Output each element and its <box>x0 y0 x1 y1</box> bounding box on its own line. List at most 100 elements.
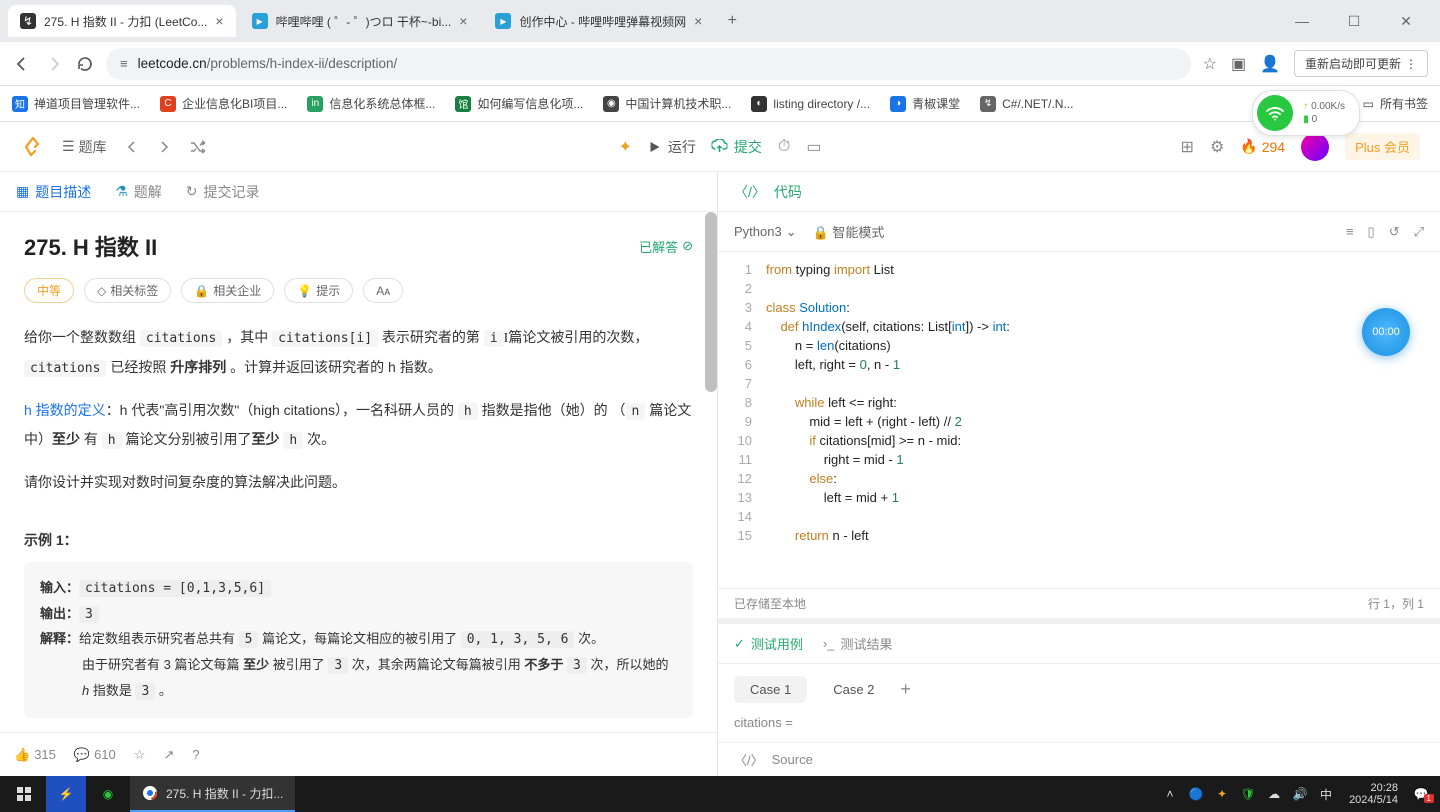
source-row[interactable]: 〈/〉Source <box>718 742 1440 776</box>
reload-button[interactable] <box>76 55 94 73</box>
bookmark-item[interactable]: ◑青椒课堂 <box>890 95 960 112</box>
problem-list-button[interactable]: ☰题库 <box>62 137 107 157</box>
related-topics-tag[interactable]: ◇相关标签 <box>84 278 171 303</box>
tray-icon[interactable]: ✦ <box>1213 787 1231 801</box>
shuffle-button[interactable] <box>189 139 205 155</box>
start-button[interactable] <box>4 776 44 812</box>
network-widget[interactable]: ↑ 0.00K/s ▮ 0 <box>1252 90 1360 136</box>
browser-tab[interactable]: ▸ 哔哩哔哩 ( ゜- ゜)つロ 干杯~-bi... × <box>240 5 480 37</box>
run-button[interactable]: 运行 <box>648 137 696 157</box>
browser-tab[interactable]: ▸ 创作中心 - 哔哩哔哩弹幕视频网 × <box>483 5 714 37</box>
bookmark-item[interactable]: ◐listing directory /... <box>751 96 870 112</box>
new-tab-button[interactable]: + <box>718 7 746 35</box>
taskbar-app-active[interactable]: 275. H 指数 II - 力扣... <box>130 776 295 812</box>
browser-tab-active[interactable]: ↯ 275. H 指数 II - 力扣 (LeetCo... × <box>8 5 236 37</box>
companies-tag[interactable]: 🔒相关企业 <box>181 278 274 303</box>
format-icon[interactable]: ≡ <box>1346 224 1354 240</box>
tray-icon[interactable]: 🔵 <box>1187 787 1205 801</box>
avatar[interactable] <box>1301 133 1329 161</box>
all-bookmarks[interactable]: ▭所有书签 <box>1363 95 1428 112</box>
tab-title: 哔哩哔哩 ( ゜- ゜)つロ 干杯~-bi... <box>276 13 452 30</box>
fullscreen-icon[interactable]: ⤢ <box>1414 224 1424 240</box>
bookmark-icon[interactable]: ▯ <box>1368 224 1375 240</box>
site-settings-icon[interactable]: ≡ <box>120 56 128 71</box>
code-editor[interactable]: 123456789101112131415 from typing import… <box>718 252 1440 588</box>
reset-icon[interactable]: ↺ <box>1389 224 1400 240</box>
bookmark-item[interactable]: 馆如何编写信息化项... <box>455 95 583 112</box>
add-case-button[interactable]: + <box>900 679 911 700</box>
close-icon[interactable]: × <box>459 13 467 29</box>
notifications-icon[interactable]: 💬1 <box>1412 787 1430 801</box>
smart-mode[interactable]: 🔒 智能模式 <box>813 222 885 241</box>
tab-title: 275. H 指数 II - 力扣 (LeetCo... <box>44 13 207 30</box>
tab-submissions[interactable]: ↻提交记录 <box>186 182 260 202</box>
bookmark-item[interactable]: ↯C#/.NET/.N... <box>980 96 1073 112</box>
close-button[interactable]: ✕ <box>1390 13 1422 30</box>
bookmark-item[interactable]: C企业信息化BI项目... <box>160 95 287 112</box>
notes-icon[interactable]: ▭ <box>806 137 821 157</box>
taskbar-app[interactable]: ⚡ <box>46 776 86 812</box>
next-problem-button[interactable] <box>157 140 171 154</box>
case-pill[interactable]: Case 2 <box>817 676 890 703</box>
tab-results[interactable]: ›_测试结果 <box>823 634 893 653</box>
settings-icon[interactable]: ⚙ <box>1210 137 1224 157</box>
forward-button[interactable] <box>44 54 64 74</box>
restart-to-update[interactable]: 重新启动即可更新 ⋮ <box>1294 50 1428 77</box>
layout-icon[interactable]: ⊞ <box>1181 137 1194 157</box>
tab-bilibili-icon: ▸ <box>252 13 268 29</box>
problem-footer: 👍315 💬610 ☆ ↗ ? <box>0 732 717 776</box>
tab-testcases[interactable]: ✓测试用例 <box>734 634 803 653</box>
tag-icon: ◇ <box>97 284 106 298</box>
submit-button[interactable]: 提交 <box>712 137 762 157</box>
back-button[interactable] <box>12 54 32 74</box>
tab-description[interactable]: ▦题目描述 <box>16 182 91 202</box>
minimize-button[interactable]: — <box>1286 13 1318 30</box>
favorite-button[interactable]: ☆ <box>134 747 146 763</box>
flask-icon: ⚗ <box>115 183 128 200</box>
case-pill[interactable]: Case 1 <box>734 676 807 703</box>
font-size-button[interactable]: Aᴀ <box>363 278 403 303</box>
cloud-icon[interactable]: ☁ <box>1265 787 1283 801</box>
language-selector[interactable]: Python3 ⌄ <box>734 224 797 240</box>
profile-icon[interactable]: 👤 <box>1260 54 1280 74</box>
tab-bilibili-icon: ▸ <box>495 13 511 29</box>
tab-solution[interactable]: ⚗题解 <box>115 182 162 202</box>
streak-counter[interactable]: 🔥294 <box>1240 138 1285 155</box>
url-actions: ☆ ▣ 👤 重新启动即可更新 ⋮ <box>1203 50 1428 77</box>
prev-problem-button[interactable] <box>125 140 139 154</box>
tray-icon[interactable]: 🛡 <box>1239 787 1257 801</box>
tray-icon[interactable]: ˄ <box>1161 787 1179 801</box>
save-status: 已存储至本地 <box>734 595 806 612</box>
code-text[interactable]: from typing import List class Solution: … <box>760 252 1010 588</box>
comment-button[interactable]: 💬610 <box>74 747 116 763</box>
url-input[interactable]: ≡ leetcode.cn/problems/h-index-ii/descri… <box>106 48 1191 80</box>
ime-icon[interactable]: 中 <box>1317 786 1335 803</box>
hint-tag[interactable]: 💡提示 <box>284 278 353 303</box>
share-button[interactable]: ↗ <box>163 747 174 763</box>
bookmark-item[interactable]: 知禅道项目管理软件... <box>12 95 140 112</box>
bookmark-item[interactable]: ◉中国计算机技术职... <box>603 95 731 112</box>
taskbar-app[interactable]: ◉ <box>88 776 128 812</box>
maximize-button[interactable]: ☐ <box>1338 13 1370 30</box>
close-icon[interactable]: × <box>694 13 702 29</box>
reading-list-icon[interactable]: ▣ <box>1231 54 1246 74</box>
bookmarks-row: 知禅道项目管理软件... C企业信息化BI项目... in信息化系统总体框...… <box>0 86 1440 122</box>
leetcode-logo-icon[interactable] <box>20 135 44 159</box>
plus-badge[interactable]: Plus 会员 <box>1345 133 1420 160</box>
taskbar-clock[interactable]: 20:28 2024/5/14 <box>1343 782 1404 806</box>
close-icon[interactable]: × <box>215 13 223 29</box>
timer-icon[interactable]: ⏱ <box>778 138 790 156</box>
problem-panel: ▦题目描述 ⚗题解 ↻提交记录 275. H 指数 II 已解答 ⊘ 中等 ◇相… <box>0 172 718 776</box>
h-index-link[interactable]: h 指数的定义 <box>24 402 106 418</box>
volume-icon[interactable]: 🔊 <box>1291 787 1309 801</box>
wifi-icon <box>1257 95 1293 131</box>
star-icon[interactable]: ☆ <box>1203 54 1217 74</box>
bookmark-item[interactable]: in信息化系统总体框... <box>307 95 435 112</box>
editor-status: 已存储至本地 行 1，列 1 <box>718 588 1440 618</box>
sparkle-icon[interactable]: ✦ <box>618 137 631 157</box>
like-button[interactable]: 👍315 <box>14 747 56 763</box>
difficulty-tag[interactable]: 中等 <box>24 278 74 303</box>
help-button[interactable]: ? <box>192 747 199 762</box>
chevron-down-icon: ⌄ <box>786 224 797 240</box>
timer-badge[interactable]: 00:00 <box>1362 308 1410 356</box>
